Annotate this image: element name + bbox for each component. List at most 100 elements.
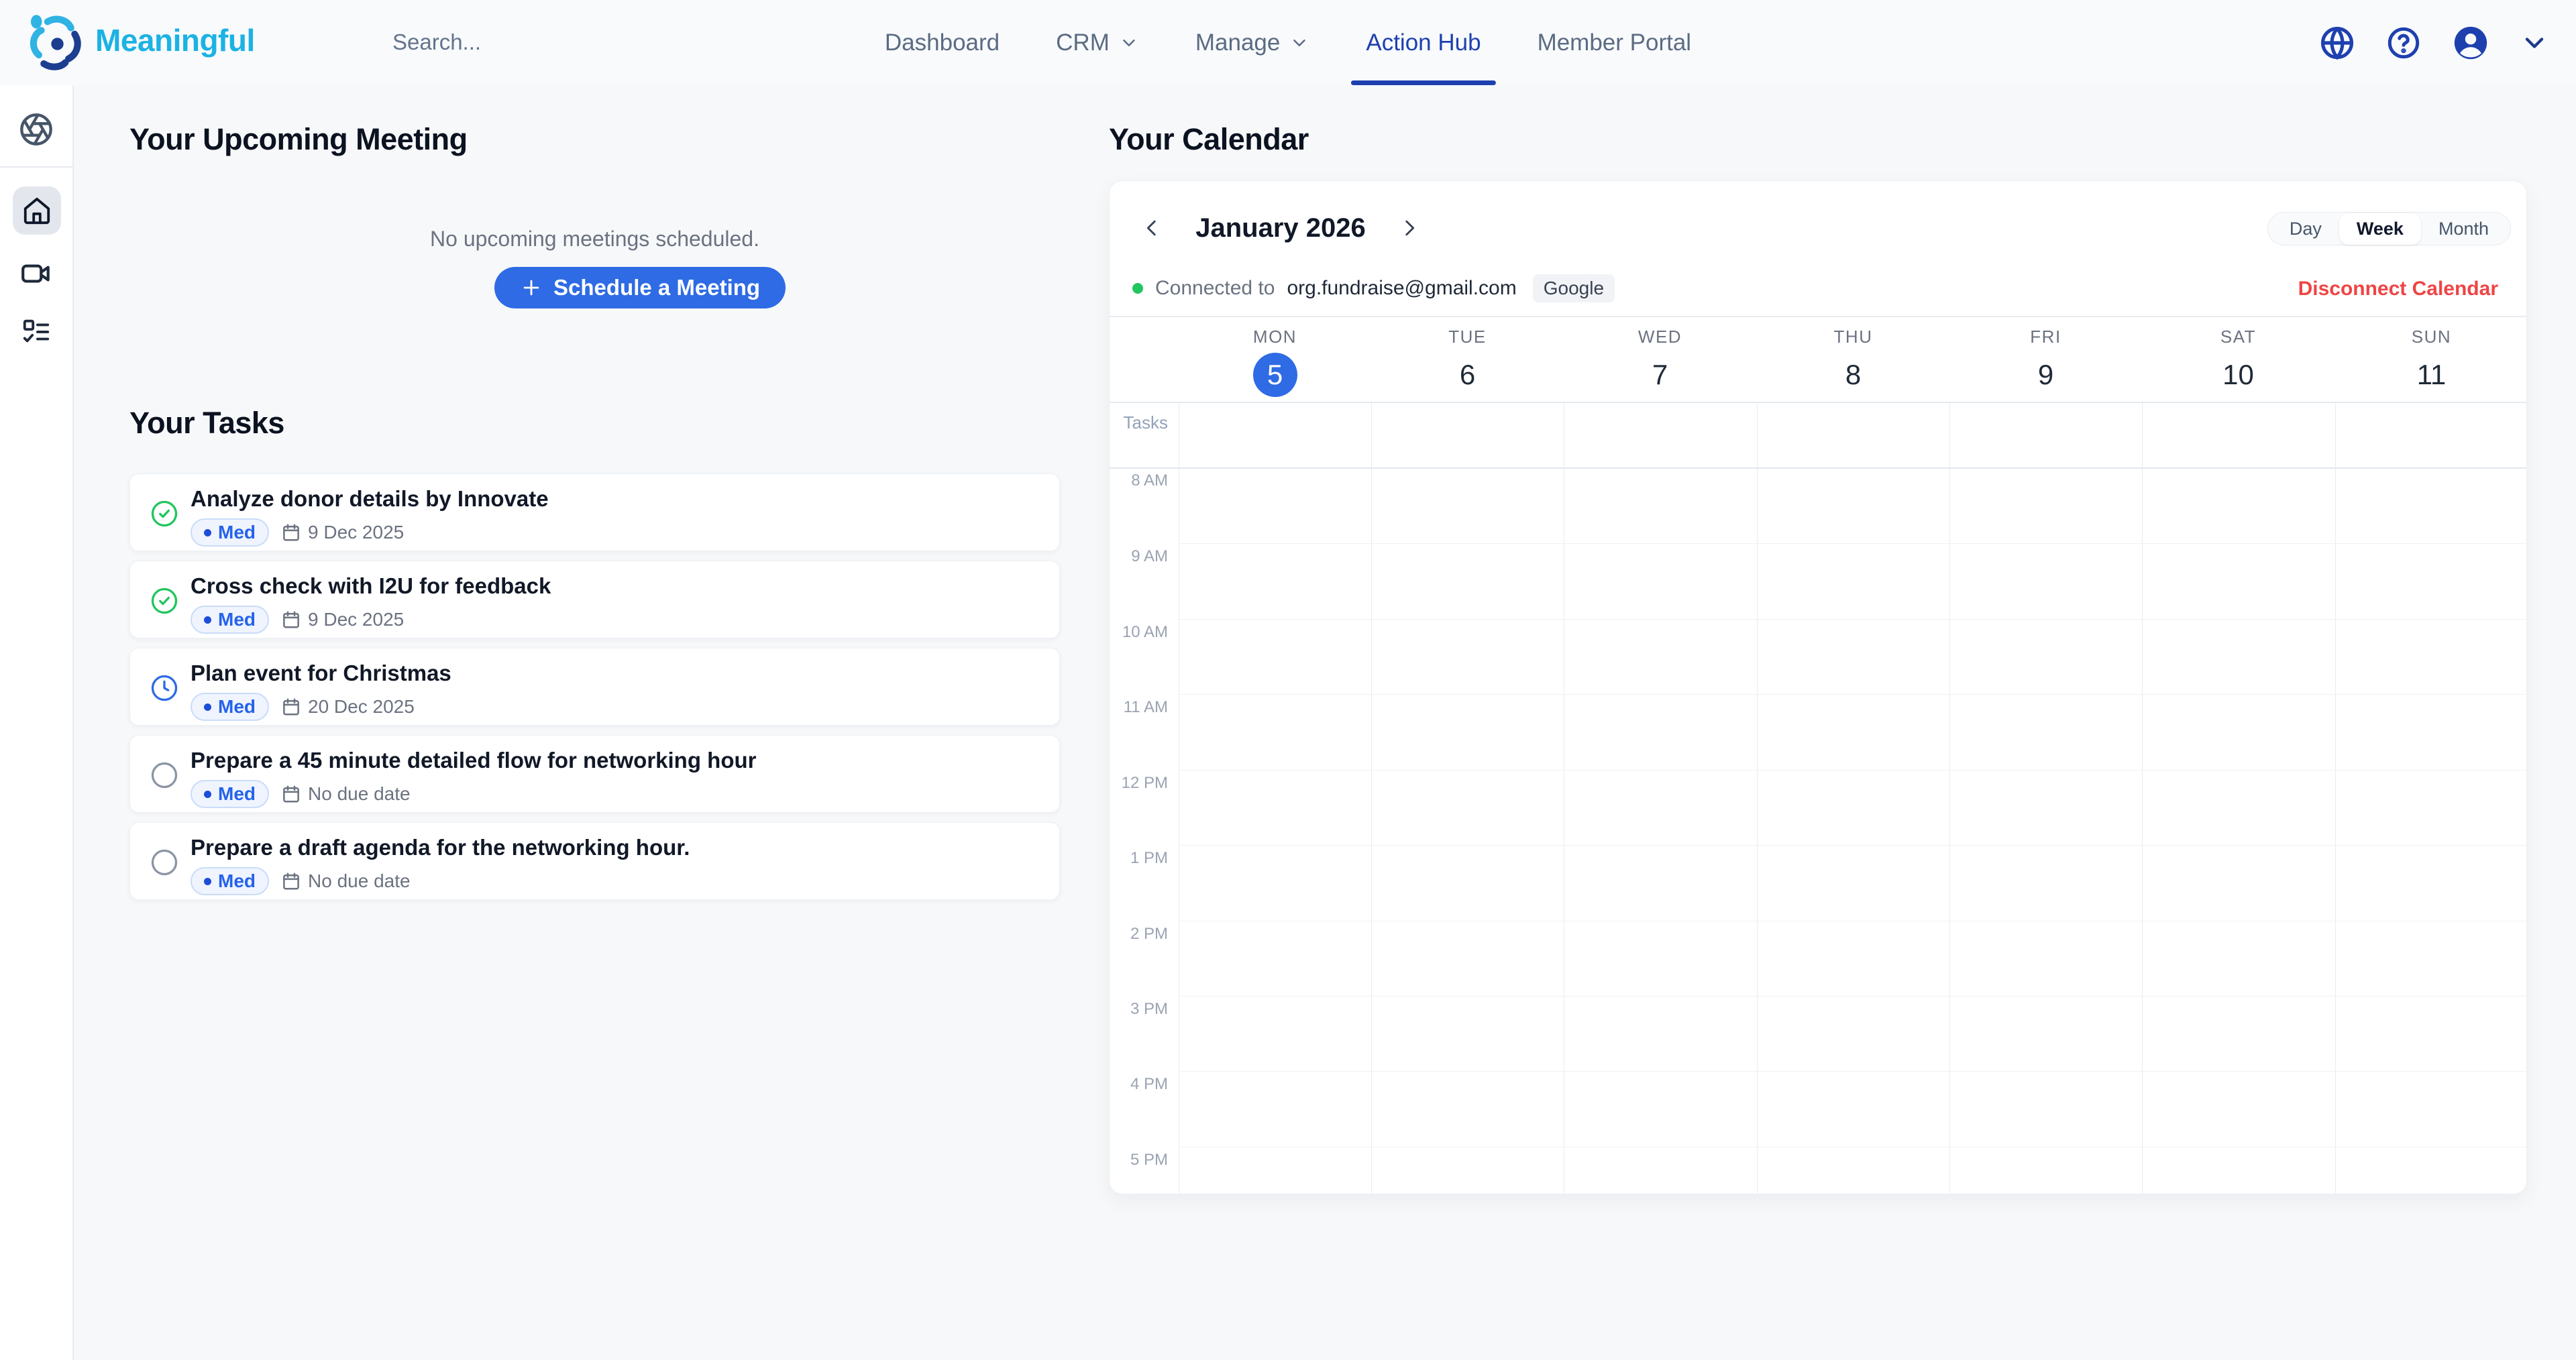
grid-vline [2335,403,2336,1194]
priority-dot [204,529,211,536]
day-date: 7 [1564,353,1756,397]
view-month-button[interactable]: Month [2421,213,2506,245]
task-in-progress-icon[interactable] [150,674,178,702]
priority-label: Med [218,783,256,805]
provider-badge: Google [1533,274,1615,302]
task-meta: Med No due date [191,867,411,895]
priority-badge: Med [191,780,269,808]
checklist-icon [21,316,52,347]
hour-label: 2 PM [1110,925,1168,944]
task-meta: Med 20 Dec 2025 [191,693,415,721]
nav-item-crm[interactable]: CRM [1056,0,1139,85]
sidebar-item-meetings[interactable] [19,257,53,290]
calendar-icon [281,522,301,543]
grid-vline [1757,403,1758,1194]
task-due-date: No due date [281,783,411,805]
day-date: 6 [1371,353,1564,397]
account-menu-chevron-icon[interactable] [2520,28,2549,58]
day-column-header-mon[interactable]: MON 5 [1179,316,1371,402]
help-icon[interactable] [2385,25,2422,61]
day-date: 5 [1179,353,1371,397]
video-camera-icon [19,257,53,290]
calendar-icon [281,610,301,630]
sidebar-divider [0,166,72,168]
nav-item-member-portal[interactable]: Member Portal [1538,0,1692,85]
task-title: Analyze donor details by Innovate [191,486,549,512]
task-row[interactable]: Prepare a draft agenda for the networkin… [129,822,1060,900]
day-column-header-fri[interactable]: FRI 9 [1949,316,2142,402]
globe-icon[interactable] [2318,24,2356,62]
day-name: SUN [2335,327,2527,347]
nav-item-manage[interactable]: Manage [1195,0,1309,85]
next-month-button[interactable] [1394,213,1425,243]
priority-dot [204,703,211,711]
task-row[interactable]: Analyze donor details by Innovate Med 9 … [129,473,1060,551]
hour-label: 8 AM [1110,471,1168,490]
account-avatar-icon[interactable] [2451,23,2490,62]
task-completed-icon[interactable] [150,587,178,615]
task-open-circle-icon[interactable] [150,761,178,789]
due-date-label: No due date [308,783,411,805]
view-day-button[interactable]: Day [2272,213,2339,245]
hour-label: 5 PM [1110,1151,1168,1170]
task-open-circle-icon[interactable] [150,848,178,876]
sidebar-item-home[interactable] [13,186,61,235]
hour-label: 10 AM [1110,623,1168,642]
calendar-card: January 2026 Day Week Month Connected to… [1109,180,2527,1194]
priority-label: Med [218,870,256,892]
task-due-date: No due date [281,870,411,892]
grid-hline [1179,619,2526,620]
schedule-meeting-button[interactable]: Schedule a Meeting [494,267,786,308]
nav-label: CRM [1056,30,1110,56]
day-column-header-wed[interactable]: WED 7 [1564,316,1756,402]
disconnect-calendar-link[interactable]: Disconnect Calendar [2298,278,2498,300]
week-grid[interactable]: Tasks 8 AM 9 AM 10 AM 11 AM 12 PM 1 PM 2… [1110,402,2526,1194]
active-tab-underline [1351,80,1495,85]
task-row[interactable]: Cross check with I2U for feedback Med 9 … [129,561,1060,638]
nav-label: Member Portal [1538,30,1692,56]
search-input[interactable] [392,20,768,64]
connected-prefix: Connected to [1155,277,1275,300]
day-name: TUE [1371,327,1564,347]
day-name: SAT [2142,327,2334,347]
task-row[interactable]: Prepare a 45 minute detailed flow for ne… [129,735,1060,813]
priority-badge: Med [191,693,269,721]
priority-label: Med [218,522,256,543]
hour-label: 3 PM [1110,1000,1168,1019]
task-due-date: 9 Dec 2025 [281,522,404,543]
chevron-right-icon [1398,217,1421,239]
top-bar: Meaningful Dashboard CRM Manage Action H… [0,0,2576,85]
priority-label: Med [218,609,256,630]
view-week-button[interactable]: Week [2339,213,2421,245]
task-row[interactable]: Plan event for Christmas Med 20 Dec 2025 [129,648,1060,726]
selected-day-circle[interactable]: 5 [1253,353,1297,397]
previous-month-button[interactable] [1136,213,1167,243]
priority-badge: Med [191,606,269,634]
connected-email: org.fundraise@gmail.com [1287,277,1516,300]
sidebar-item-tasks[interactable] [21,316,52,347]
day-column-header-sat[interactable]: SAT 10 [2142,316,2334,402]
aperture-icon[interactable] [19,112,54,147]
hour-label: 4 PM [1110,1075,1168,1094]
day-name: MON [1179,327,1371,347]
no-meetings-message: No upcoming meetings scheduled. [129,227,1060,251]
nav-item-dashboard[interactable]: Dashboard [885,0,1000,85]
calendar-title: Your Calendar [1109,122,1309,157]
grid-hline [1179,996,2526,997]
day-column-header-tue[interactable]: TUE 6 [1371,316,1564,402]
home-icon [21,195,52,226]
calendar-connection-status: Connected to org.fundraise@gmail.com Goo… [1132,274,1615,303]
nav-item-action-hub[interactable]: Action Hub [1366,0,1481,85]
due-date-label: No due date [308,870,411,892]
priority-badge: Med [191,518,269,547]
day-column-header-thu[interactable]: THU 8 [1757,316,1949,402]
calendar-icon [281,871,301,891]
brand-logo[interactable]: Meaningful [23,9,255,71]
hour-label: 11 AM [1110,698,1168,717]
day-column-header-sun[interactable]: SUN 11 [2335,316,2527,402]
due-date-label: 9 Dec 2025 [308,522,404,543]
day-name: FRI [1949,327,2142,347]
task-completed-icon[interactable] [150,500,178,528]
hour-label: 1 PM [1110,849,1168,868]
priority-badge: Med [191,867,269,895]
